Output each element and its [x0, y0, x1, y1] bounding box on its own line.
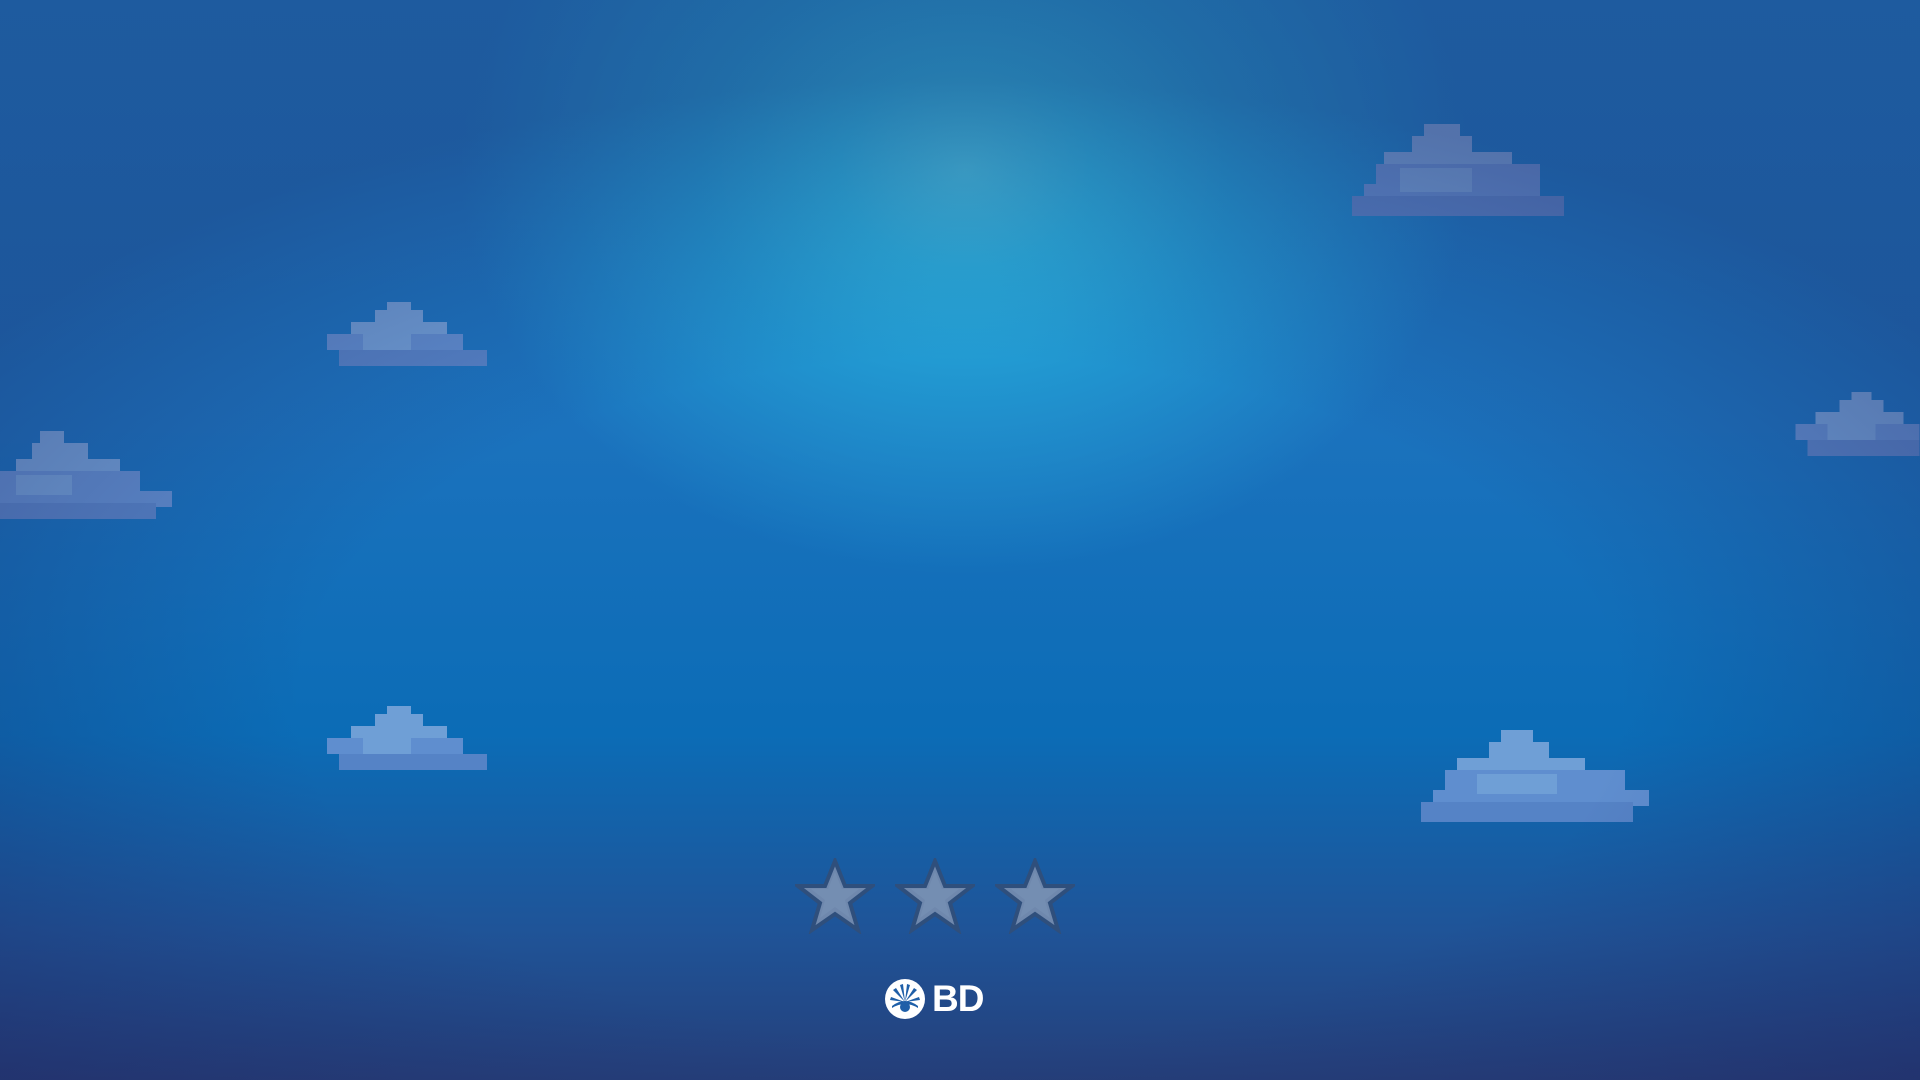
star-empty-icon — [795, 858, 875, 934]
cloud — [327, 302, 487, 366]
bd-sunburst-logo-icon — [885, 979, 925, 1019]
star-rating — [795, 858, 1075, 934]
brand-name: BD — [932, 978, 984, 1019]
cloud — [0, 431, 172, 519]
cloud — [327, 706, 487, 770]
brand-logo: BD — [884, 977, 984, 1021]
cloud — [1352, 124, 1564, 216]
cloud — [1421, 730, 1649, 822]
star-empty-icon — [995, 858, 1075, 934]
game-screen: BD — [0, 0, 1920, 1080]
star-empty-icon — [895, 858, 975, 934]
cloud — [1795, 392, 1920, 456]
